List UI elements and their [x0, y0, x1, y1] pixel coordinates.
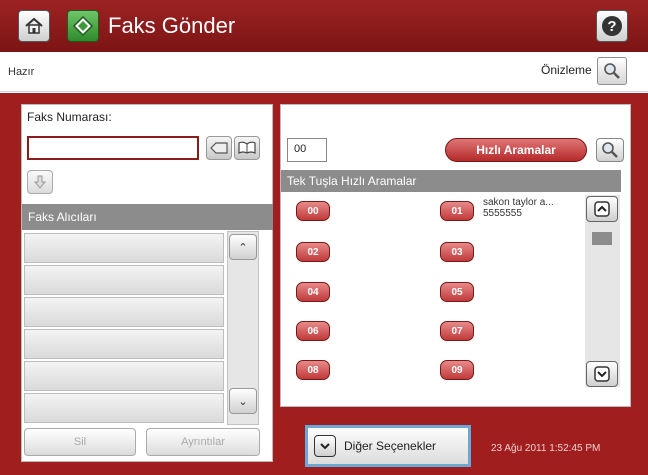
- speed-dial-09[interactable]: 09: [440, 360, 474, 380]
- backspace-icon: [210, 142, 228, 154]
- more-options-button[interactable]: Diğer Seçenekler: [308, 428, 468, 464]
- fax-icon-box: [67, 10, 99, 42]
- speed-dial-code-input[interactable]: 00: [287, 138, 327, 162]
- backspace-button[interactable]: [206, 136, 232, 160]
- address-book-button[interactable]: [234, 136, 260, 160]
- chevron-down-icon: [314, 435, 336, 457]
- speed-dial-07[interactable]: 07: [440, 321, 474, 341]
- add-recipient-button[interactable]: [27, 170, 53, 194]
- fax-number-input[interactable]: [27, 136, 199, 160]
- svg-text:?: ?: [607, 18, 616, 35]
- recipients-header: Faks Alıcıları: [22, 204, 273, 230]
- arrow-down-icon: [33, 175, 47, 189]
- help-button[interactable]: ?: [596, 10, 628, 42]
- speed-dial-scroll-thumb[interactable]: [592, 232, 612, 245]
- fax-icon: [72, 15, 94, 37]
- recipient-row[interactable]: [24, 233, 224, 263]
- speed-dial-search-button[interactable]: [596, 138, 624, 162]
- recipient-row[interactable]: [24, 393, 224, 423]
- chevron-down-icon: [594, 366, 610, 382]
- preview-button[interactable]: [597, 57, 627, 85]
- fax-send-screen: Faks Gönder ? Hazır Önizleme Faks Numara…: [0, 0, 648, 475]
- recipient-row[interactable]: [24, 265, 224, 295]
- speed-dial-01-name: sakon taylor a...: [483, 197, 554, 208]
- status-text: Hazır: [8, 66, 35, 78]
- speed-dial-scroll-up-button[interactable]: [586, 196, 618, 222]
- magnifier-icon: [604, 63, 620, 79]
- speed-dial-scrollbar[interactable]: [585, 195, 620, 387]
- speed-dial-01-number: 5555555: [483, 208, 522, 219]
- chevron-down-icon: ⌄: [238, 395, 248, 408]
- chevron-up-icon: ⌃: [238, 241, 248, 254]
- recipient-row[interactable]: [24, 297, 224, 327]
- more-options-label: Diğer Seçenekler: [344, 439, 437, 453]
- status-bar: Hazır Önizleme: [0, 52, 648, 92]
- recipients-scroll-down-button[interactable]: ⌄: [229, 388, 257, 414]
- recipient-row[interactable]: [24, 329, 224, 359]
- app-title: Faks Gönder: [108, 13, 236, 38]
- speed-dial-header: Tek Tuşla Hızlı Aramalar: [281, 170, 621, 192]
- speed-dial-scroll-down-button[interactable]: [586, 361, 618, 387]
- recipients-scroll-up-button[interactable]: ⌃: [229, 234, 257, 260]
- speed-dial-00[interactable]: 00: [296, 201, 330, 221]
- delete-button[interactable]: Sil: [24, 428, 136, 456]
- fax-number-label: Faks Numarası:: [27, 110, 112, 124]
- speed-dial-08[interactable]: 08: [296, 360, 330, 380]
- home-icon: [25, 17, 43, 34]
- preview-label: Önizleme: [541, 63, 592, 77]
- speed-dial-06[interactable]: 06: [296, 321, 330, 341]
- help-icon: ?: [602, 16, 622, 36]
- address-book-icon: [238, 141, 256, 154]
- home-button[interactable]: [18, 10, 50, 42]
- speed-dials-button[interactable]: Hızlı Aramalar: [445, 138, 587, 162]
- speed-dial-01-info: sakon taylor a... 5555555: [483, 197, 554, 219]
- details-button[interactable]: Ayrıntılar: [146, 428, 260, 456]
- speed-dial-05[interactable]: 05: [440, 282, 474, 302]
- recipient-row[interactable]: [24, 361, 224, 391]
- magnifier-icon: [602, 142, 618, 158]
- speed-dial-01[interactable]: 01: [440, 201, 474, 221]
- timestamp: 23 Ağu 2011 1:52:45 PM: [491, 443, 601, 454]
- chevron-up-icon: [594, 201, 610, 217]
- speed-dial-04[interactable]: 04: [296, 282, 330, 302]
- speed-dial-02[interactable]: 02: [296, 242, 330, 262]
- speed-dial-03[interactable]: 03: [440, 242, 474, 262]
